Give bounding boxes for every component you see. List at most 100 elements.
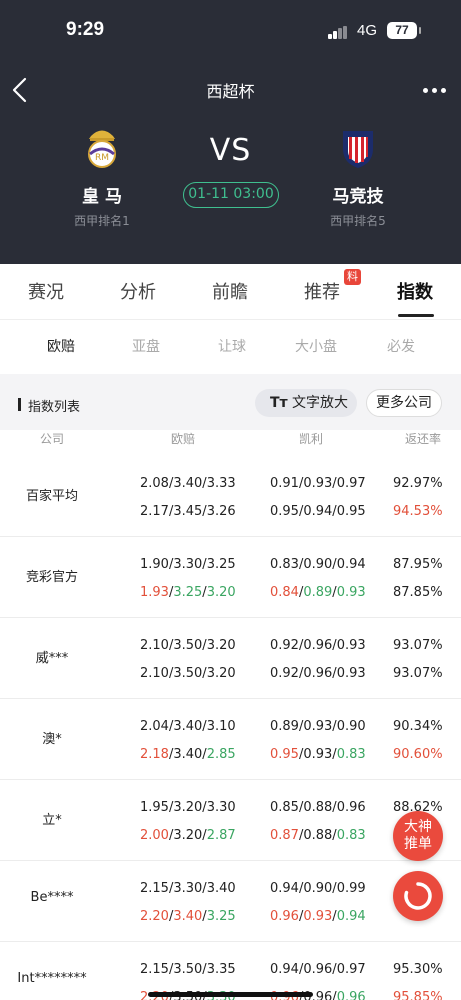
subtab-asian-handicap[interactable]: 亚盘 <box>132 336 160 356</box>
euro-odds-current-value: 2.18 <box>140 747 169 762</box>
euro-odds-initial-value: 2.10 <box>140 638 169 653</box>
kelly-current: 0.95/0.93/0.83 <box>270 747 366 762</box>
euro-odds-current: 2.20/3.40/3.25 <box>140 909 236 924</box>
page-title: 西超杯 <box>206 82 255 101</box>
euro-odds-initial-value: 2.08 <box>140 476 169 491</box>
euro-odds-current-value: 3.26 <box>206 504 236 519</box>
refresh-button[interactable] <box>393 871 443 921</box>
euro-odds-initial-value: 3.40 <box>173 476 203 491</box>
euro-odds-initial-value: 3.25 <box>206 557 236 572</box>
company-name: 澳* <box>42 732 62 747</box>
table-row[interactable]: 百家平均 2.08/3.40/3.33 2.17/3.45/3.26 0.91/0.9… <box>0 456 461 537</box>
table-row[interactable]: 威*** 2.10/3.50/3.20 2.10/3.50/3.20 0.92/0.9… <box>0 618 461 699</box>
subtab-betfair[interactable]: 必发 <box>387 336 415 356</box>
euro-odds-current-value: 2.10 <box>140 666 169 681</box>
euro-odds-initial-value: 2.15 <box>140 962 169 977</box>
kelly-current-value: 0.88 <box>303 828 333 843</box>
euro-odds-initial-value: 3.33 <box>206 476 236 491</box>
table-row[interactable]: 立* 1.95/3.20/3.30 2.00/3.20/2.87 0.85/0.88/… <box>0 780 461 861</box>
kelly-initial: 0.94/0.90/0.99 <box>270 881 366 896</box>
euro-odds-current-value: 3.20 <box>206 666 236 681</box>
kelly-current-value: 0.94 <box>336 909 366 924</box>
kelly-initial-value: 0.88 <box>303 800 333 815</box>
kelly-current-value: 0.93 <box>303 909 333 924</box>
subtab-euro-odds[interactable]: 欧赔 <box>47 336 75 356</box>
kelly-current: 0.92/0.96/0.93 <box>270 666 366 681</box>
company-name: Be**** <box>30 890 74 905</box>
subtab-over-under[interactable]: 大小盘 <box>295 336 337 356</box>
company-name: Int******** <box>17 971 87 986</box>
euro-odds-initial: 1.95/3.20/3.30 <box>140 800 236 815</box>
kelly-current-value: 0.94 <box>303 504 333 519</box>
column-headers: 公司 欧赔 凯利 返还率 <box>0 430 461 452</box>
euro-odds-initial-value: 3.40 <box>173 719 203 734</box>
text-zoom-button[interactable]: Tт 文字放大 <box>255 389 357 417</box>
euro-odds-initial: 2.08/3.40/3.33 <box>140 476 236 491</box>
home-team-rank: 西甲排名1 <box>74 214 130 228</box>
kelly-initial-value: 0.93 <box>303 476 333 491</box>
kelly-current-value: 0.83 <box>336 747 366 762</box>
kelly-initial-value: 0.93 <box>303 719 333 734</box>
tab-recommend[interactable]: 推荐 <box>304 278 340 304</box>
kelly-current-value: 0.96 <box>270 909 299 924</box>
return-rate-initial: 92.97% <box>393 476 443 491</box>
atletico-crest-icon <box>343 131 373 168</box>
kelly-current-value: 0.84 <box>270 585 299 600</box>
away-team-rank: 西甲排名5 <box>330 214 386 228</box>
kelly-initial: 0.89/0.93/0.90 <box>270 719 366 734</box>
company-name: 竞彩官方 <box>25 570 78 585</box>
euro-odds-current-value: 1.93 <box>140 585 169 600</box>
euro-odds-current: 2.10/3.50/3.20 <box>140 666 236 681</box>
kelly-initial-value: 0.85 <box>270 800 299 815</box>
kelly-current: 0.84/0.89/0.93 <box>270 585 366 600</box>
kelly-initial-value: 0.97 <box>336 962 366 977</box>
text-zoom-label: 文字放大 <box>292 395 348 411</box>
battery-icon: 77 <box>387 22 421 39</box>
company-name: 立* <box>42 813 62 828</box>
euro-odds-initial-value: 3.10 <box>206 719 236 734</box>
tab-preview[interactable]: 前瞻 <box>212 278 248 304</box>
expert-picks-label: 大神 推单 <box>404 819 432 852</box>
section-title: 指数列表 <box>28 400 81 415</box>
kelly-initial-value: 0.96 <box>336 800 366 815</box>
euro-odds-current-value: 3.20 <box>206 585 236 600</box>
euro-odds-initial: 2.10/3.50/3.20 <box>140 638 236 653</box>
table-row[interactable]: 竞彩官方 1.90/3.30/3.25 1.93/3.25/3.20 0.83/0.9… <box>0 537 461 618</box>
euro-odds-initial-value: 3.40 <box>206 881 236 896</box>
kelly-current-value: 0.83 <box>336 828 366 843</box>
kelly-current-value: 0.92 <box>270 666 299 681</box>
euro-odds-current-value: 3.45 <box>173 504 203 519</box>
more-options-button[interactable] <box>423 80 449 100</box>
company-name: 百家平均 <box>25 489 78 504</box>
tab-live[interactable]: 赛况 <box>28 278 64 304</box>
euro-odds-current-value: 3.40 <box>173 747 203 762</box>
tab-analysis[interactable]: 分析 <box>120 278 156 304</box>
subtab-handicap[interactable]: 让球 <box>218 336 246 356</box>
kelly-current-value: 0.96 <box>303 666 333 681</box>
euro-odds-initial: 2.15/3.50/3.35 <box>140 962 236 977</box>
euro-odds-initial-value: 3.20 <box>206 638 236 653</box>
kelly-initial: 0.94/0.96/0.97 <box>270 962 366 977</box>
odds-subtabs: 欧赔 亚盘 让球 大小盘 必发 <box>0 320 461 374</box>
section-marker <box>18 398 21 411</box>
away-team-logo[interactable] <box>338 127 378 169</box>
euro-odds-current-value: 3.20 <box>173 828 203 843</box>
kelly-initial-value: 0.92 <box>270 638 299 653</box>
kelly-current-value: 0.93 <box>336 666 366 681</box>
tab-odds[interactable]: 指数 <box>397 278 433 304</box>
euro-odds-current: 2.18/3.40/2.85 <box>140 747 236 762</box>
network-type: 4G <box>357 22 378 39</box>
expert-picks-button[interactable]: 大神 推单 <box>393 811 443 861</box>
refresh-icon <box>404 882 432 910</box>
recommend-badge: 料 <box>344 269 361 285</box>
kelly-initial: 0.91/0.93/0.97 <box>270 476 366 491</box>
kelly-initial-value: 0.97 <box>336 476 366 491</box>
table-row[interactable]: Be**** 2.15/3.30/3.40 2.20/3.40/3.25 0.94/0… <box>0 861 461 942</box>
table-row[interactable]: 澳* 2.04/3.40/3.10 2.18/3.40/2.85 0.89/0.93/… <box>0 699 461 780</box>
kelly-initial-value: 0.83 <box>270 557 299 572</box>
euro-odds-current-value: 3.40 <box>173 909 203 924</box>
euro-odds-initial-value: 3.50 <box>173 962 203 977</box>
more-companies-button[interactable]: 更多公司 <box>366 389 442 417</box>
euro-odds-current: 2.00/3.20/2.87 <box>140 828 236 843</box>
kelly-initial: 0.85/0.88/0.96 <box>270 800 366 815</box>
